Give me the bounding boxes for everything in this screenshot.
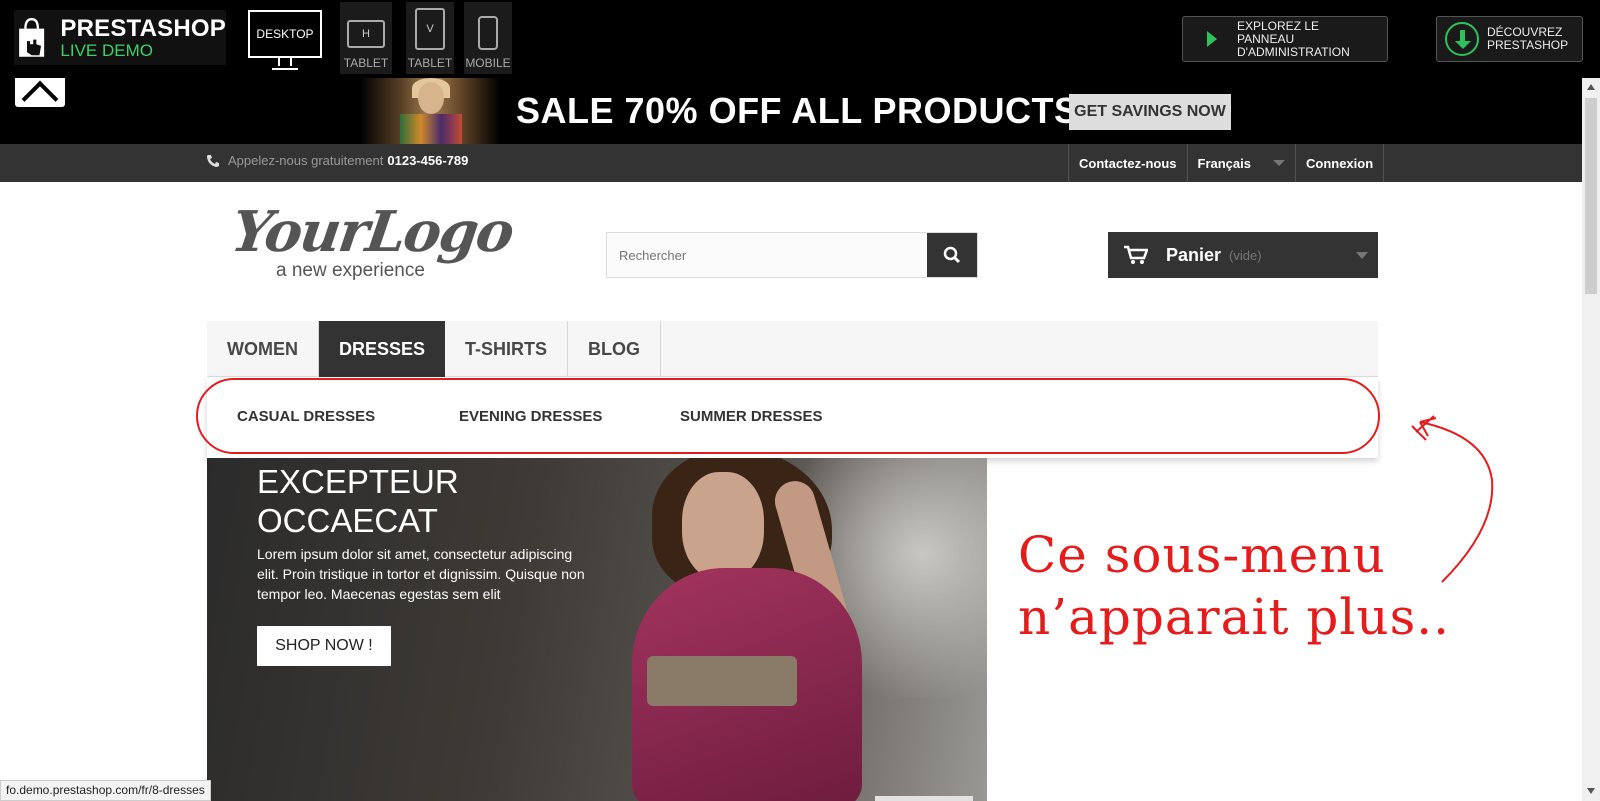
slide-title: EXCEPTEUR OCCAECAT: [257, 463, 459, 539]
chevron-down-icon: [1356, 252, 1368, 259]
logo-main: YourLogo: [227, 199, 517, 265]
chevron-down-icon: [1272, 160, 1285, 166]
search-box: [606, 232, 978, 278]
search-button[interactable]: [927, 233, 977, 277]
tablet-vertical-icon: V: [415, 8, 445, 50]
device-label: MOBILE: [465, 56, 511, 70]
phone-number: 0123-456-789: [387, 153, 469, 168]
menu-item-dresses[interactable]: DRESSES: [319, 321, 446, 377]
slide-body: Lorem ipsum dolor sit amet, consectetur …: [257, 546, 585, 602]
device-label: TABLET: [343, 56, 389, 70]
contact-link[interactable]: Contactez-nous: [1068, 144, 1187, 182]
shop-now-button[interactable]: SHOP NOW !: [257, 626, 391, 666]
explore-label-line1: EXPLOREZ LE: [1237, 18, 1320, 33]
page: PRESTASHOP LIVE DEMO DESKTOP H TABLET V …: [0, 0, 1600, 801]
device-mobile-button[interactable]: MOBILE: [464, 2, 512, 74]
logo-tagline: a new experience: [276, 260, 425, 281]
scrollbar-thumb[interactable]: [1585, 98, 1597, 294]
phone-label: Appelez-nous gratuitement: [228, 153, 384, 168]
shopping-bag-icon: [19, 17, 45, 57]
annotation-oval: [196, 378, 1380, 454]
language-label: Français: [1197, 155, 1251, 171]
main-menu: WOMEN DRESSES T-SHIRTS BLOG: [207, 321, 1378, 377]
tablet-horizontal-icon: H: [347, 20, 385, 48]
annotation-line2: n’apparait plus..: [1018, 588, 1451, 646]
play-icon: [1207, 31, 1217, 47]
mobile-icon: [478, 16, 498, 50]
get-savings-button[interactable]: GET SAVINGS NOW: [1069, 94, 1231, 130]
login-link[interactable]: Connexion: [1294, 144, 1385, 182]
explore-admin-button[interactable]: EXPLOREZ LE PANNEAU D'ADMINISTRATION: [1182, 16, 1388, 62]
status-url: fo.demo.prestashop.com/fr/8-dresses: [0, 780, 211, 801]
annotation-text: Ce sous-menu n’apparait plus..: [1018, 524, 1450, 648]
scroll-down-icon[interactable]: [1587, 788, 1595, 794]
menu-item-tshirts[interactable]: T-SHIRTS: [445, 321, 569, 377]
cart-label: Panier: [1166, 244, 1222, 265]
demo-bar: PRESTASHOP LIVE DEMO DESKTOP H TABLET V …: [0, 0, 1600, 78]
sale-banner[interactable]: SALE 70% OFF ALL PRODUCTS: [0, 78, 1582, 144]
search-icon: [943, 246, 961, 264]
cart-status: (vide): [1229, 247, 1262, 263]
slider-pager[interactable]: [875, 796, 973, 801]
nav-links: Contactez-nous Français Connexion: [1068, 144, 1385, 182]
page-scrollbar[interactable]: [1582, 78, 1600, 801]
annotation-line1: Ce sous-menu: [1018, 526, 1386, 584]
sale-banner-text: SALE 70% OFF ALL PRODUCTS: [516, 90, 1079, 131]
scroll-up-icon[interactable]: [1587, 84, 1595, 90]
annotation-arrow-icon: [1411, 415, 1494, 583]
device-label: TABLET: [407, 56, 453, 70]
shop-logo[interactable]: YourLogo a new experience: [227, 199, 516, 286]
download-icon: [1445, 22, 1479, 56]
device-tablet-horizontal-button[interactable]: H TABLET: [340, 2, 392, 74]
phone-icon: [207, 154, 219, 167]
cart-button[interactable]: Panier (vide): [1108, 232, 1378, 278]
device-desktop-button[interactable]: DESKTOP: [242, 2, 328, 74]
discover-label-line2: PRESTASHOP: [1487, 38, 1569, 52]
cart-icon: [1124, 245, 1148, 264]
device-tablet-vertical-button[interactable]: V TABLET: [406, 2, 454, 74]
language-selector[interactable]: Français: [1186, 144, 1295, 182]
discover-prestashop-button[interactable]: DÉCOUVREZ PRESTASHOP: [1436, 16, 1583, 62]
banner-model-image: [360, 78, 500, 144]
search-input[interactable]: [607, 233, 927, 277]
desktop-icon: DESKTOP: [248, 10, 322, 58]
prestashop-logo[interactable]: PRESTASHOP LIVE DEMO: [14, 10, 226, 65]
explore-label-line2: PANNEAU D'ADMINISTRATION: [1237, 31, 1350, 59]
menu-item-women[interactable]: WOMEN: [207, 321, 319, 377]
brand-sub: LIVE DEMO: [60, 40, 153, 60]
home-slider[interactable]: EXCEPTEUR OCCAECAT Lorem ipsum dolor sit…: [207, 458, 987, 801]
collapse-bar-button[interactable]: [15, 78, 65, 107]
brand-name: PRESTASHOP: [60, 14, 226, 42]
phone-info: Appelez-nous gratuitement 0123-456-789: [206, 153, 468, 168]
menu-item-blog[interactable]: BLOG: [568, 321, 662, 377]
